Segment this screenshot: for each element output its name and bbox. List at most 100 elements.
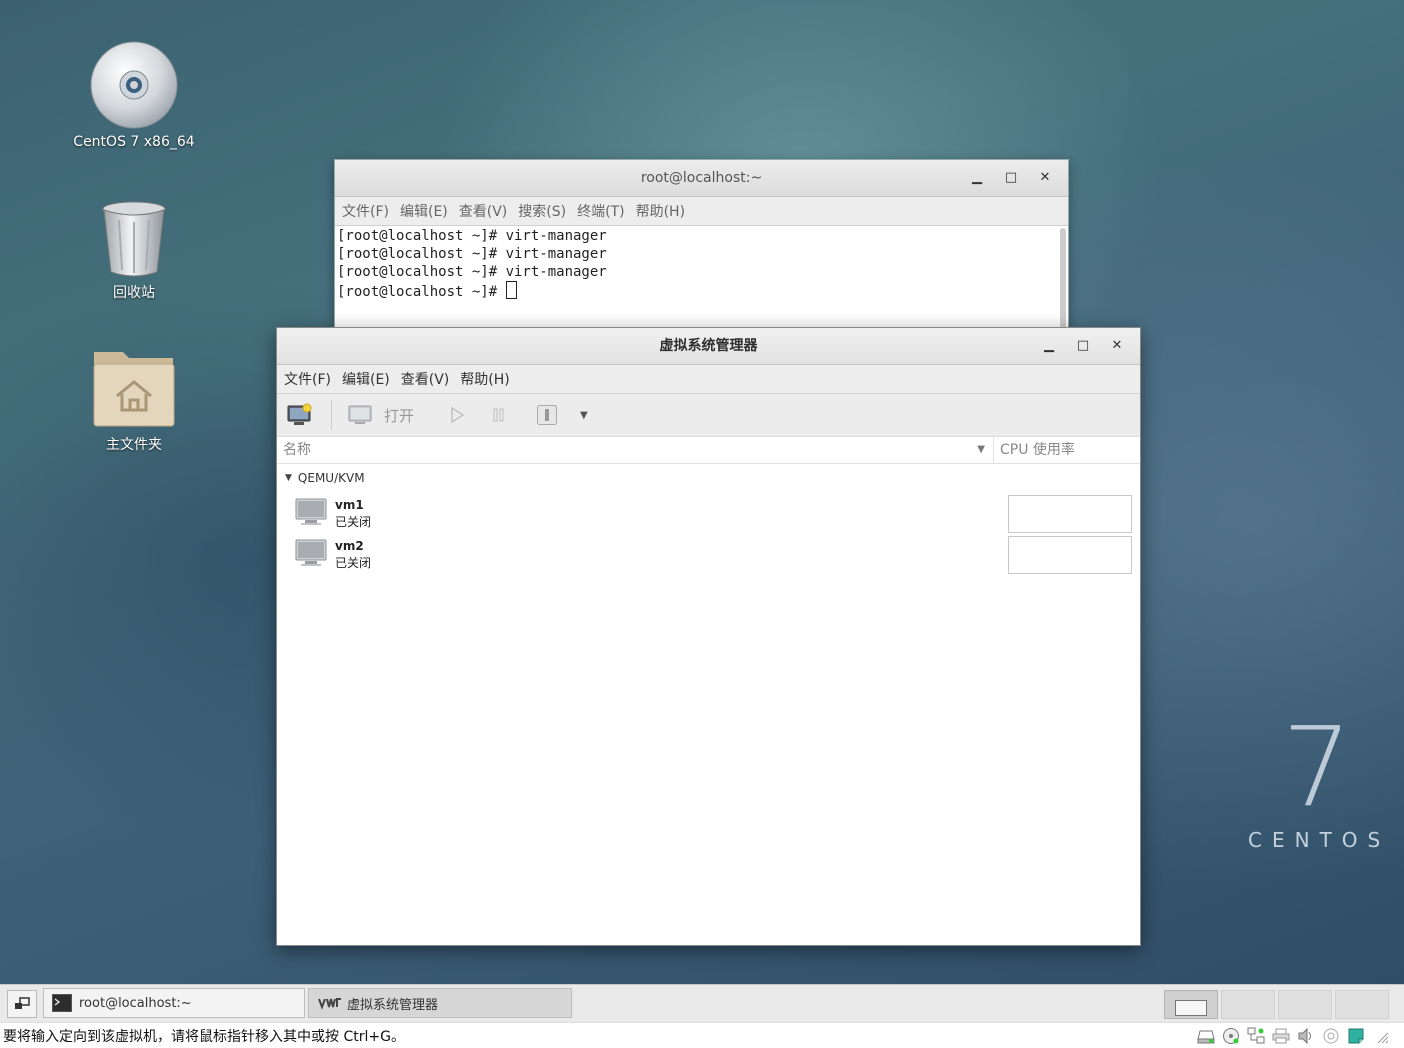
column-header-name[interactable]: 名称 ▼ [277,437,994,463]
vm-state: 已关闭 [335,556,372,570]
terminal-prompt: [root@localhost ~]# [337,284,506,300]
terminal-title: root@localhost:~ [640,170,763,186]
taskbar-item-label: 虚拟系统管理器 [347,997,439,1013]
vm-name: vm2 [335,539,364,553]
terminal-icon [52,994,72,1012]
workspace-3[interactable] [1278,990,1332,1019]
centos-brand-number: 7 [1282,703,1352,831]
trash-icon [64,200,204,282]
pause-button[interactable] [490,406,508,424]
virt-manager-menubar: 文件(F) 编辑(E) 查看(V) 帮助(H) [277,365,1140,394]
vm-monitor-icon [295,498,327,525]
desktop-icon-home[interactable]: 主文件夹 [64,344,204,454]
terminal-menu-search[interactable]: 搜索(S) [515,201,574,221]
workspace-4[interactable] [1335,990,1389,1019]
audio-icon[interactable] [1296,1026,1315,1045]
desktop-icon-centos-dvd[interactable]: CentOS 7 x86_64 [64,40,204,150]
optical-drive-icon[interactable] [1221,1026,1240,1045]
terminal-menu-file[interactable]: 文件(F) [339,201,397,221]
desktop-icon-label: CentOS 7 x86_64 [73,134,195,150]
terminal-window[interactable]: root@localhost:~ ▁ □ ✕ 文件(F) 编辑(E) 查看(V)… [334,159,1069,333]
terminal-line: [root@localhost ~]# virt-manager [337,246,607,262]
vm-name: vm1 [335,498,364,512]
cpu-usage-graph [1008,536,1132,574]
open-button[interactable]: 打开 [348,404,414,426]
play-icon [451,406,465,424]
toolbar-separator [331,400,332,430]
printer-icon[interactable] [1271,1026,1290,1045]
open-button-label: 打开 [384,406,415,425]
pause-icon [493,408,504,422]
virt-manager-titlebar[interactable]: 虚拟系统管理器 ▁ □ ✕ [277,328,1140,365]
workspace-1[interactable] [1164,990,1218,1019]
shutdown-icon [537,405,558,425]
column-header-cpu[interactable]: CPU 使用率 [994,437,1140,463]
taskbar-item-terminal[interactable]: root@localhost:~ [43,988,305,1018]
shutdown-menu-button[interactable]: ▼ [580,410,588,421]
vm-monitor-icon [295,539,327,566]
taskbar: root@localhost:~ 虚拟系统管理器 [0,984,1404,1023]
vmm-menu-view[interactable]: 查看(V) [398,369,458,389]
desktop-icon-label: 主文件夹 [106,437,162,453]
show-desktop-button[interactable] [7,990,37,1018]
vm-status-bar: 要将输入定向到该虚拟机，请将鼠标指针移入其中或按 Ctrl+G。 [0,1022,1404,1048]
usb-icon[interactable] [1321,1026,1340,1045]
maximize-icon[interactable]: □ [1066,328,1100,364]
taskbar-item-virt-manager[interactable]: 虚拟系统管理器 [308,988,572,1018]
virt-manager-title: 虚拟系统管理器 [659,338,758,354]
minimize-icon[interactable]: ▁ [960,160,994,196]
terminal-menubar: 文件(F) 编辑(E) 查看(V) 搜索(S) 终端(T) 帮助(H) [335,197,1068,226]
show-desktop-icon [15,997,30,1009]
new-vm-button[interactable] [287,403,313,427]
taskbar-item-label: root@localhost:~ [79,995,192,1011]
terminal-menu-view[interactable]: 查看(V) [456,201,516,221]
terminal-titlebar[interactable]: root@localhost:~ ▁ □ ✕ [335,160,1068,197]
sort-arrow-icon: ▼ [977,444,985,455]
vmm-menu-edit[interactable]: 编辑(E) [339,369,398,389]
expander-icon[interactable]: ▼ [285,473,292,483]
centos-brand-text: CENTOS [1248,828,1391,852]
workspace-2[interactable] [1221,990,1275,1019]
virt-manager-icon [317,997,343,1010]
desktop: CentOS 7 x86_64 回收站 主文件夹 7 CENTOS root@l… [0,0,1404,984]
vm-state: 已关闭 [335,515,372,529]
vm-row-vm1[interactable]: vm1 已关闭 [277,492,1140,533]
desktop-icon-label: 回收站 [113,285,155,301]
status-icons [1196,1026,1390,1045]
connection-label: QEMU/KVM [297,471,365,485]
close-icon[interactable]: ✕ [1100,328,1134,364]
disc-icon [64,40,204,134]
terminal-line: [root@localhost ~]# virt-manager [337,264,607,280]
vm-row-vm2[interactable]: vm2 已关闭 [277,533,1140,574]
run-button[interactable] [448,406,466,424]
maximize-icon[interactable]: □ [994,160,1028,196]
terminal-output[interactable]: [root@localhost ~]# virt-manager [root@l… [335,226,1068,333]
chevron-down-icon: ▼ [580,409,588,421]
column-header-name-label: 名称 [283,442,311,458]
vmm-menu-help[interactable]: 帮助(H) [457,369,517,389]
terminal-cursor [505,281,517,299]
connection-row-qemu[interactable]: ▼ QEMU/KVM [277,464,1140,492]
terminal-line: [root@localhost ~]# virt-manager [337,228,607,244]
virt-manager-toolbar: 打开 ▼ [277,394,1140,437]
close-icon[interactable]: ✕ [1028,160,1062,196]
status-message: 要将输入定向到该虚拟机，请将鼠标指针移入其中或按 Ctrl+G。 [3,1029,405,1045]
column-header-cpu-label: CPU 使用率 [1000,442,1075,458]
desktop-icon-trash[interactable]: 回收站 [64,200,204,302]
cpu-usage-graph [1008,495,1132,533]
terminal-scrollbar[interactable] [1060,228,1066,328]
resize-grip-icon[interactable] [1371,1026,1390,1045]
shutdown-button[interactable] [536,404,558,426]
terminal-menu-terminal[interactable]: 终端(T) [574,201,632,221]
vmm-menu-file[interactable]: 文件(F) [281,369,339,389]
terminal-menu-help[interactable]: 帮助(H) [633,201,693,221]
minimize-icon[interactable]: ▁ [1032,328,1066,364]
harddisk-icon[interactable] [1196,1026,1215,1045]
shared-clipboard-icon[interactable] [1346,1026,1365,1045]
virt-manager-window[interactable]: 虚拟系统管理器 ▁ □ ✕ 文件(F) 编辑(E) 查看(V) 帮助(H) 打开… [276,327,1141,946]
terminal-menu-edit[interactable]: 编辑(E) [397,201,456,221]
network-icon[interactable] [1246,1026,1265,1045]
vm-list-header: 名称 ▼ CPU 使用率 [277,437,1140,464]
home-folder-icon [64,344,204,434]
new-vm-icon [287,403,312,425]
